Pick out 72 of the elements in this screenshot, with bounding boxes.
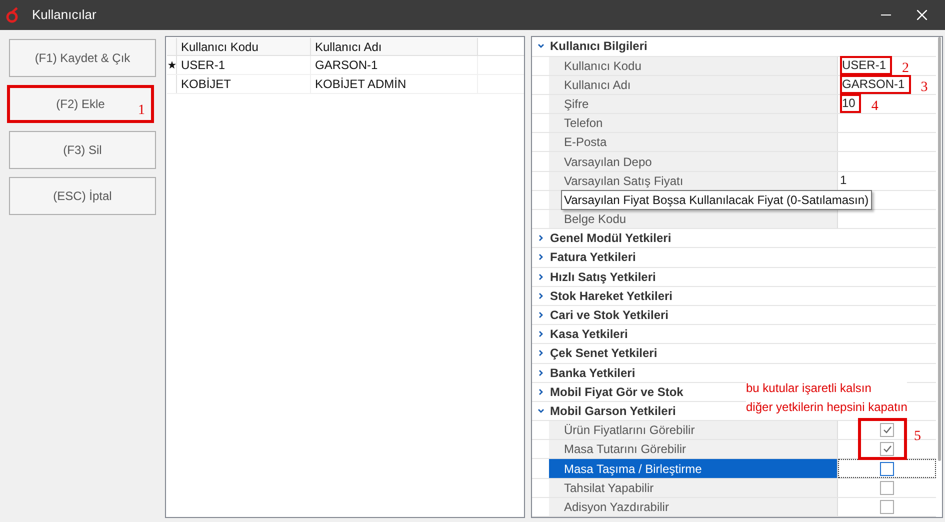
checkmark-icon	[882, 445, 892, 454]
star-icon	[168, 61, 176, 70]
annotation-number: 3	[920, 80, 928, 95]
checkbox[interactable]	[880, 500, 894, 514]
property-value[interactable]: GARSON-1	[840, 75, 911, 94]
chevron-right-icon[interactable]	[537, 292, 545, 300]
chevron-right-icon[interactable]	[537, 253, 545, 262]
annotation-number: 5	[914, 430, 921, 444]
table-cell: KOBİJET	[177, 75, 311, 94]
property-label[interactable]: Kullanıcı Kodu	[549, 56, 838, 75]
close-icon[interactable]	[917, 10, 927, 20]
category-title[interactable]: Kullanıcı Bilgileri	[550, 37, 648, 56]
category-title[interactable]: Genel Modül Yetkileri	[550, 229, 672, 248]
annotation-note: diğer yetkilerin hepsini kapatın	[746, 399, 908, 416]
property-label[interactable]: Varsayılan Depo	[549, 152, 838, 171]
toolbar-button[interactable]: (F1) Kaydet & Çık	[9, 39, 156, 78]
chevron-right-icon[interactable]	[537, 311, 545, 320]
property-label[interactable]: Varsayılan Satış Fiyatı	[549, 172, 838, 190]
property-value[interactable]: 10	[840, 94, 862, 114]
table-cell: USER-1	[177, 56, 311, 74]
row-indicator[interactable]	[167, 56, 177, 74]
property-label[interactable]: Adisyon Yazdırabilir	[549, 498, 838, 516]
category-title[interactable]: Çek Senet Yetkileri	[550, 344, 658, 362]
property-label[interactable]: Belge Kodu	[549, 210, 838, 228]
column-header[interactable]: Kullanıcı Adı	[311, 38, 478, 56]
property-value[interactable]: 1	[840, 173, 847, 188]
category-title[interactable]: Mobil Garson Yetkileri	[550, 402, 676, 420]
checkmark-icon	[882, 426, 892, 434]
checkbox[interactable]	[880, 462, 894, 476]
chevron-right-icon[interactable]	[537, 349, 545, 358]
category-title[interactable]: Mobil Fiyat Gör ve Stok	[550, 382, 684, 401]
chevron-down-icon[interactable]	[537, 42, 545, 50]
category-title[interactable]: Stok Hareket Yetkileri	[550, 286, 673, 305]
category-title[interactable]: Fatura Yetkileri	[550, 248, 636, 266]
chevron-down-icon[interactable]	[537, 406, 545, 415]
property-label[interactable]: Kullanıcı Adı	[549, 76, 838, 94]
category-title[interactable]: Cari ve Stok Yetkileri	[550, 306, 669, 324]
toolbar-button[interactable]: (F3) Sil	[9, 131, 156, 170]
toolbar-button[interactable]: (ESC) İptal	[9, 177, 156, 216]
property-value[interactable]: USER-1	[840, 56, 892, 76]
annotation-number: 2	[902, 62, 910, 76]
tooltip: Varsayılan Fiyat Boşsa Kullanılacak Fiyat (0-Satılamasın)	[561, 190, 872, 210]
chevron-right-icon[interactable]	[537, 272, 545, 281]
checkbox[interactable]	[880, 442, 894, 456]
property-label[interactable]: Telefon	[549, 114, 838, 132]
category-title[interactable]: Hızlı Satış Yetkileri	[550, 268, 656, 286]
property-label[interactable]: Ürün Fiyatlarını Görebilir	[549, 421, 838, 440]
category-title[interactable]: Kasa Yetkileri	[550, 325, 628, 344]
chevron-right-icon[interactable]	[537, 234, 545, 242]
scrollbar-thumb[interactable]	[938, 37, 940, 462]
toolbar-button[interactable]: (F2) Ekle 1	[7, 85, 154, 124]
category-title[interactable]: Banka Yetkileri	[550, 364, 636, 382]
annotation-box	[858, 418, 907, 460]
property-label[interactable]: E-Posta	[549, 133, 838, 152]
app-logo-icon	[6, 7, 20, 24]
table-cell: GARSON-1	[311, 56, 478, 74]
table-cell: KOBİJET ADMİN	[311, 75, 478, 94]
chevron-right-icon[interactable]	[537, 330, 545, 338]
chevron-right-icon[interactable]	[537, 388, 545, 396]
annotation-number: 4	[871, 100, 878, 114]
property-label[interactable]: Masa Taşıma / Birleştirme	[549, 459, 838, 478]
property-label[interactable]: Masa Tutarını Görebilir	[549, 440, 838, 458]
minimize-icon[interactable]	[881, 14, 891, 16]
property-label[interactable]: Tahsilat Yapabilir	[549, 478, 838, 497]
chevron-right-icon[interactable]	[537, 368, 545, 377]
annotation-number: 1	[138, 104, 145, 118]
annotation-note: bu kutular işaretli kalsın	[746, 380, 908, 398]
window-title: Kullanıcılar	[32, 6, 96, 24]
column-header[interactable]: Kullanıcı Kodu	[177, 38, 311, 56]
checkbox[interactable]	[880, 423, 894, 438]
property-label[interactable]: Şifre	[549, 94, 838, 114]
checkbox[interactable]	[880, 480, 894, 495]
